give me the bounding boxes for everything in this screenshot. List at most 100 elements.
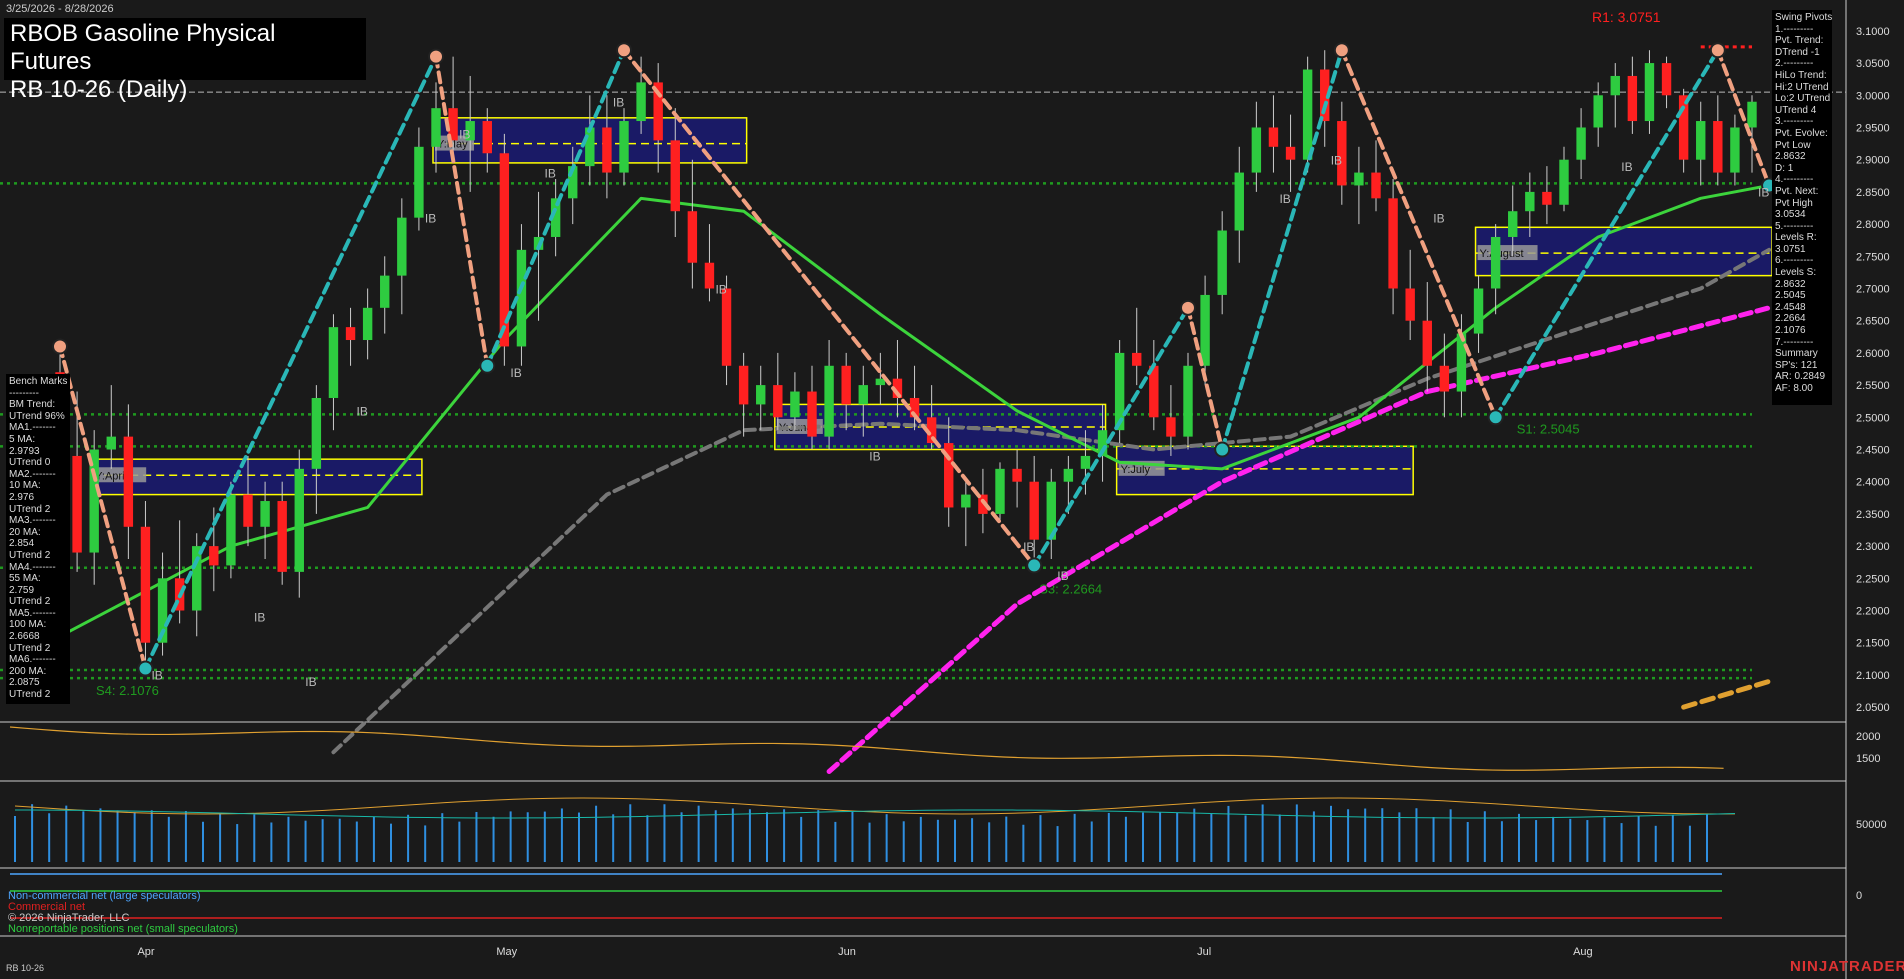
candle-body: [277, 501, 287, 572]
candle-body: [1593, 95, 1603, 128]
bench-mark-line: MA4.-------: [9, 561, 56, 573]
bench-mark-line: 100 MA:: [9, 619, 47, 631]
bench-mark-line: 2.759: [9, 584, 35, 596]
candle-body: [345, 327, 356, 341]
bench-marks-panel: Bench Marks --------- BM Trend: UTrend 96% M…: [6, 374, 70, 704]
candle-body: [294, 468, 304, 572]
y-tick-label: 2.2500: [1856, 573, 1890, 585]
y-tick-label: 2.6000: [1856, 348, 1890, 360]
volume-tick: 1500: [1856, 753, 1880, 765]
candle-body: [1422, 320, 1432, 366]
swing-pivot-line: AR: 0.2849: [1775, 371, 1826, 383]
swing-pivot-line: 3.---------: [1775, 116, 1814, 128]
ib-label: IB: [1433, 211, 1444, 225]
candle-body: [1183, 365, 1193, 437]
swing-pivot-line: Hi:2 UTrend: [1775, 81, 1829, 93]
candle-body: [1285, 146, 1296, 160]
candle-body: [431, 108, 441, 147]
bench-mark-line: 55 MA:: [9, 573, 41, 585]
bench-mark-line: UTrend 2: [9, 596, 51, 608]
ib-label: IB: [510, 366, 521, 380]
y-tick-label: 2.7000: [1856, 283, 1890, 295]
candle-body: [1029, 481, 1039, 540]
chart-svg: 3.1000 3.0500 3.0000 2.9500 2.9000 2.8500 2.80…: [0, 0, 1890, 979]
candle-body: [1542, 191, 1552, 205]
support-label-s4: S4: 2.1076: [96, 683, 159, 698]
candle-body: [1730, 127, 1740, 173]
swing-pivot-line: 2.1076: [1775, 325, 1806, 337]
swing-pivot-line: Swing Pivots: [1775, 12, 1832, 23]
candle-body: [1747, 101, 1757, 128]
swing-pivot-line: 6.---------: [1775, 255, 1814, 267]
x-tick-label: Apr: [137, 946, 154, 958]
oi-line: [14, 797, 1736, 815]
bench-mark-line: 10 MA:: [9, 480, 41, 492]
swing-pivot-line: 2.2664: [1775, 313, 1806, 325]
candle-body: [1644, 63, 1655, 122]
candle-body: [1473, 288, 1484, 334]
monthly-box-label: Y:July: [1121, 464, 1151, 476]
footer-symbol: RB 10-26: [6, 963, 45, 973]
candle-body: [1508, 211, 1518, 237]
swing-pivots-panel: Swing Pivots 1.--------- Pvt. Trend: DTrend…: [1772, 10, 1832, 405]
candle-body: [1610, 75, 1620, 96]
candle-body: [362, 307, 373, 341]
instrument-title: RBOB Gasoline Physical Futures: [10, 20, 276, 75]
swing-leg-line: [1339, 48, 1498, 420]
candle-body: [824, 365, 834, 437]
candle-body: [140, 526, 151, 643]
swing-pivot-line: AF: 8.00: [1775, 383, 1813, 394]
swing-pivot-line: HiLo Trend:: [1775, 69, 1827, 81]
candle-body: [738, 365, 749, 405]
y-tick-label: 3.1000: [1856, 26, 1890, 38]
candle-body: [841, 365, 851, 405]
candle-body: [602, 127, 612, 173]
y-tick-label: 3.0000: [1856, 90, 1890, 102]
ib-label: IB: [715, 282, 726, 296]
candle-body: [687, 211, 698, 263]
candle-body: [1251, 127, 1262, 173]
candle-body: [1012, 468, 1022, 482]
candle-body: [380, 275, 390, 308]
swing-pivot-line: D: 1: [1775, 162, 1794, 174]
ib-label: IB: [1023, 540, 1034, 554]
bench-mark-line: 2.9793: [9, 445, 40, 457]
bench-mark-line: ---------: [9, 387, 39, 399]
candle-body: [585, 127, 595, 167]
volume-line: [9, 726, 1724, 771]
ib-label: IB: [1621, 160, 1632, 174]
bench-mark-line: 2.0875: [9, 677, 40, 689]
candle-body: [243, 494, 253, 527]
swing-pivot-line: 2.8632: [1775, 278, 1806, 290]
x-tick-label: Jun: [838, 946, 856, 958]
bench-mark-line: MA6.-------: [9, 654, 56, 666]
cot-legend: Non-commercial net (large speculators) C…: [8, 891, 238, 935]
y-tick-label: 2.3500: [1856, 509, 1890, 521]
y-tick-label: 2.1000: [1856, 670, 1890, 682]
candle-body: [482, 121, 492, 154]
candle-body: [106, 436, 116, 450]
candle-body: [670, 140, 680, 212]
pivot-low-marker: [479, 357, 496, 374]
candle-body: [226, 494, 236, 566]
y-tick-label: 2.1500: [1856, 638, 1890, 650]
bench-mark-line: MA3.-------: [9, 515, 56, 527]
swing-pivot-line: 7.---------: [1775, 336, 1814, 348]
volume-tick: 2000: [1856, 731, 1880, 743]
y-tick-label: 3.0500: [1856, 58, 1890, 70]
pivot-high-marker: [1333, 42, 1350, 59]
brand-logo: NINJATRADER: [1790, 958, 1904, 975]
swing-pivot-line: 4.---------: [1775, 174, 1814, 186]
y-tick-label: 2.9000: [1856, 155, 1890, 167]
candle-body: [1080, 455, 1091, 469]
candle-body: [414, 146, 424, 218]
swing-pivot-line: 2.---------: [1775, 58, 1814, 70]
y-tick-label: 2.0500: [1856, 702, 1890, 714]
candle-body: [721, 288, 732, 366]
candle-body: [858, 385, 868, 405]
bench-mark-line: UTrend 2: [9, 503, 51, 515]
ib-label: IB: [1057, 569, 1068, 583]
y-tick-label: 2.5000: [1856, 412, 1890, 424]
candle-body: [1063, 468, 1074, 482]
candle-body: [790, 391, 800, 418]
